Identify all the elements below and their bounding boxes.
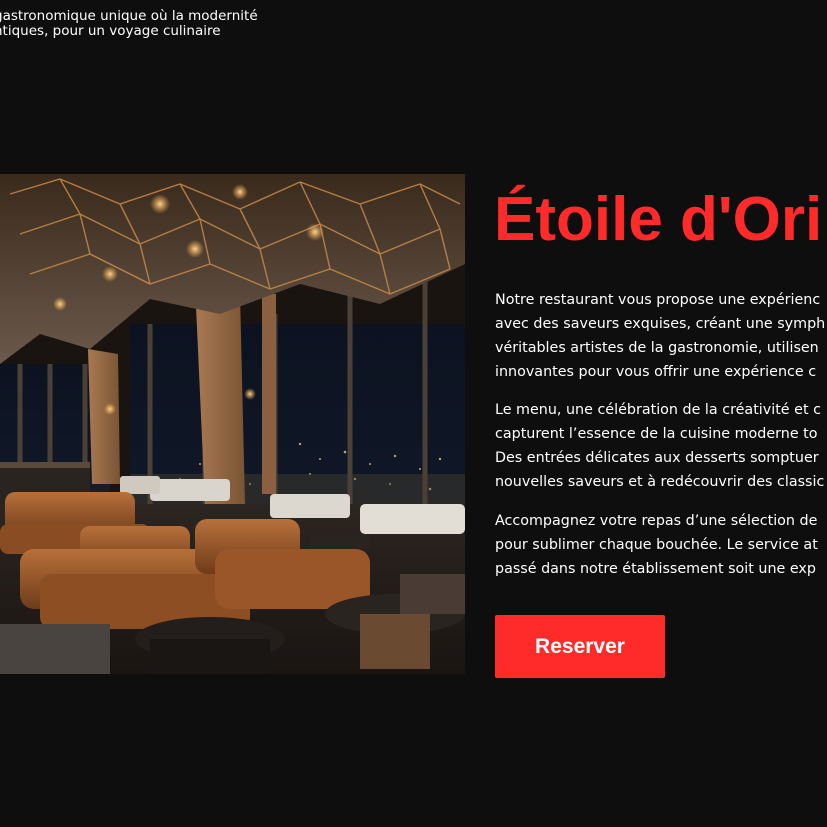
- intro-line-2: ntiques, pour un voyage culinaire: [0, 23, 221, 39]
- restaurant-interior-image: [0, 174, 465, 674]
- intro-line-1: gastronomique unique où la modernité: [0, 8, 258, 24]
- restaurant-photo: [0, 174, 465, 674]
- paragraph-line: Notre restaurant vous propose une expéri…: [495, 292, 821, 308]
- service-paragraph: Accompagnez votre repas d’une sélection …: [495, 509, 827, 581]
- paragraph-line: Des entrées délicates aux desserts sompt…: [495, 450, 819, 466]
- restaurant-title: Étoile d'Ori: [494, 185, 823, 254]
- paragraph-line: capturent l’essence de la cuisine modern…: [495, 426, 818, 442]
- paragraph-line: véritables artistes de la gastronomie, u…: [495, 340, 819, 356]
- intro-paragraph: Notre restaurant vous propose une expéri…: [495, 288, 827, 384]
- paragraph-line: nouvelles saveurs et à redécouvrir des c…: [495, 474, 825, 490]
- paragraph-line: innovantes pour vous offrir une expérien…: [495, 364, 817, 380]
- intro-text: gastronomique unique où la modernité nti…: [0, 9, 294, 39]
- paragraph-line: pour sublimer chaque bouchée. Le service…: [495, 537, 818, 553]
- menu-paragraph: Le menu, une célébration de la créativit…: [495, 398, 827, 494]
- reserve-button[interactable]: Reserver: [495, 615, 665, 678]
- paragraph-line: passé dans notre établissement soit une …: [495, 561, 816, 577]
- page: gastronomique unique où la modernité nti…: [0, 0, 827, 827]
- paragraph-line: Accompagnez votre repas d’une sélection …: [495, 513, 818, 529]
- paragraph-line: Le menu, une célébration de la créativit…: [495, 402, 821, 418]
- paragraph-line: avec des saveurs exquises, créant une sy…: [495, 316, 826, 332]
